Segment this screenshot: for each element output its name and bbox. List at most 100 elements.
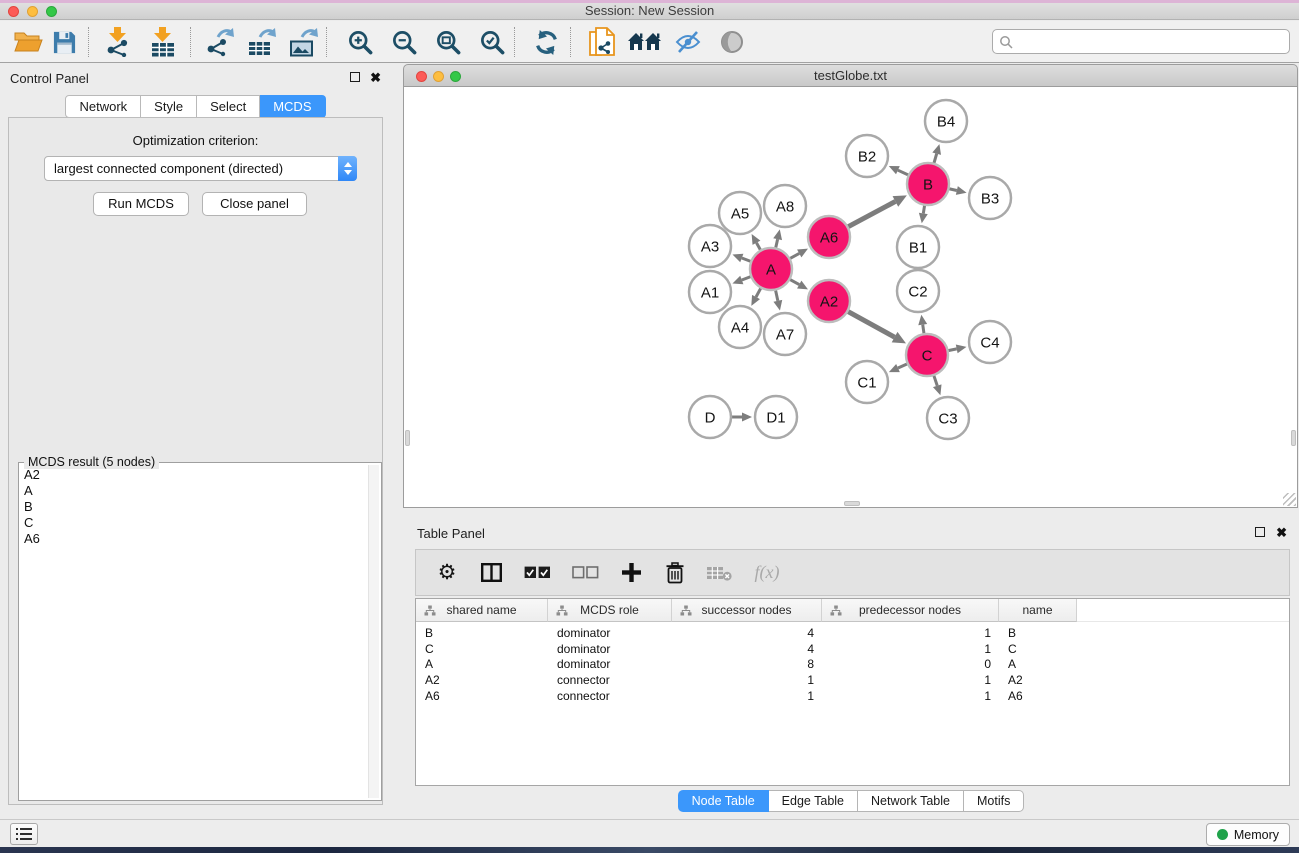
mcds-result-item[interactable]: C — [24, 515, 365, 531]
run-mcds-button[interactable]: Run MCDS — [93, 192, 189, 216]
mcds-result-item[interactable]: B — [24, 499, 365, 515]
right-splitter-handle[interactable] — [1291, 430, 1296, 446]
delete-table-button[interactable] — [706, 565, 732, 581]
mcds-result-item[interactable]: A — [24, 483, 365, 499]
export-image-button[interactable] — [285, 25, 321, 59]
edge-B-B3[interactable] — [948, 189, 956, 191]
open-session-button[interactable] — [10, 25, 46, 59]
mcds-result-item[interactable]: A6 — [24, 531, 365, 547]
tab-select[interactable]: Select — [197, 95, 260, 118]
column-header-predecessor-nodes[interactable]: predecessor nodes — [822, 599, 999, 622]
network-window-titlebar[interactable]: testGlobe.txt — [403, 64, 1298, 87]
float-table-panel-icon[interactable] — [1255, 527, 1265, 537]
edge-A-A2[interactable] — [789, 279, 799, 284]
edge-B-B1[interactable] — [923, 205, 924, 214]
column-header-name[interactable]: name — [999, 599, 1077, 622]
function-builder-button[interactable]: f(x) — [750, 562, 784, 583]
delete-row-button[interactable] — [662, 562, 688, 584]
table-row[interactable]: Cdominator41C — [416, 641, 1289, 657]
edge-B-B4[interactable] — [934, 154, 937, 164]
network-canvas[interactable]: B4B2BB3A5A8A6B1A3AA1A2C2A4A7C4CC1C3DD1 — [403, 87, 1298, 508]
import-table-button[interactable] — [145, 25, 181, 59]
tab-edge-table[interactable]: Edge Table — [769, 790, 858, 812]
toolbar-separator — [190, 27, 191, 57]
table-row[interactable]: Adominator80A — [416, 657, 1289, 673]
edge-A-A6[interactable] — [789, 253, 799, 258]
edge-A-A8[interactable] — [776, 239, 778, 248]
edge-A-A4[interactable] — [756, 288, 761, 297]
export-to-ndex-button[interactable] — [584, 25, 620, 59]
show-preview-button[interactable] — [714, 25, 750, 59]
select-stepper-icon[interactable] — [338, 156, 357, 181]
add-row-button[interactable] — [618, 563, 644, 582]
result-scrollbar[interactable] — [368, 465, 379, 798]
edge-A-A1[interactable] — [742, 276, 752, 280]
hide-preview-button[interactable] — [670, 25, 706, 59]
zoom-in-icon — [347, 29, 374, 56]
tab-mcds[interactable]: MCDS — [260, 95, 325, 118]
edge-C-C1[interactable] — [898, 364, 908, 368]
save-session-button[interactable] — [46, 25, 82, 59]
column-settings-button[interactable]: ⚙ — [434, 563, 460, 583]
edge-A6-B[interactable] — [848, 201, 896, 227]
close-panel-button[interactable]: Close panel — [202, 192, 307, 216]
search-input[interactable] — [992, 29, 1290, 54]
tab-network[interactable]: Network — [65, 95, 141, 118]
table-cell: dominator — [548, 626, 672, 640]
close-window-button[interactable] — [8, 6, 19, 17]
edge-arrow-icon — [932, 144, 941, 155]
column-header-MCDS-role[interactable]: MCDS role — [548, 599, 672, 622]
select-all-button[interactable] — [522, 566, 552, 579]
close-table-panel-icon[interactable]: ✖ — [1276, 527, 1287, 539]
refresh-layout-button[interactable] — [528, 25, 564, 59]
tab-style[interactable]: Style — [141, 95, 197, 118]
save-floppy-icon — [52, 30, 77, 55]
close-panel-icon[interactable]: ✖ — [370, 72, 381, 84]
zoom-window-button[interactable] — [46, 6, 57, 17]
column-type-icon — [680, 605, 692, 619]
zoom-selected-button[interactable] — [474, 25, 510, 59]
table-row[interactable]: A6connector11A6 — [416, 688, 1289, 704]
export-network-button[interactable] — [201, 25, 237, 59]
zoom-network-button[interactable] — [450, 71, 461, 82]
import-network-button[interactable] — [100, 25, 136, 59]
edge-A-A3[interactable] — [742, 258, 752, 262]
search-field — [992, 29, 1290, 54]
column-header-shared-name[interactable]: shared name — [416, 599, 548, 622]
minimize-window-button[interactable] — [27, 6, 38, 17]
close-network-button[interactable] — [416, 71, 427, 82]
zoom-in-button[interactable] — [342, 25, 378, 59]
float-panel-icon[interactable] — [350, 72, 360, 82]
edge-C-C2[interactable] — [923, 325, 924, 335]
export-table-button[interactable] — [243, 25, 279, 59]
tab-node-table[interactable]: Node Table — [678, 790, 769, 812]
edge-A-A7[interactable] — [775, 290, 777, 301]
edge-B-B2[interactable] — [898, 170, 909, 175]
zoom-fit-button[interactable] — [430, 25, 466, 59]
edge-A-A5[interactable] — [756, 243, 760, 251]
left-splitter-handle[interactable] — [405, 430, 410, 446]
table-row[interactable]: A2connector11A2 — [416, 672, 1289, 688]
node-label: A3 — [701, 238, 719, 255]
minimize-network-button[interactable] — [433, 71, 444, 82]
memory-button[interactable]: Memory — [1206, 823, 1290, 846]
criterion-select[interactable]: largest connected component (directed) — [44, 156, 357, 181]
node-label: A5 — [731, 205, 749, 222]
open-browser-button[interactable] — [626, 25, 662, 59]
main-titlebar[interactable]: Session: New Session — [0, 3, 1299, 20]
mcds-result-item[interactable]: A2 — [24, 467, 365, 483]
zoom-out-button[interactable] — [386, 25, 422, 59]
column-header-successor-nodes[interactable]: successor nodes — [672, 599, 822, 622]
table-row[interactable]: Bdominator41B — [416, 625, 1289, 641]
edge-C-C3[interactable] — [934, 375, 938, 386]
tab-motifs[interactable]: Motifs — [964, 790, 1024, 812]
deselect-all-button[interactable] — [570, 566, 600, 579]
edge-C-C4[interactable] — [948, 349, 957, 351]
edge-A2-C[interactable] — [847, 311, 894, 337]
task-history-button[interactable] — [10, 823, 38, 845]
plus-icon — [622, 563, 641, 582]
resize-grip-icon[interactable] — [1283, 493, 1296, 506]
tab-network-table[interactable]: Network Table — [858, 790, 964, 812]
bottom-splitter-handle[interactable] — [844, 501, 860, 506]
show-columns-button[interactable] — [478, 563, 504, 582]
